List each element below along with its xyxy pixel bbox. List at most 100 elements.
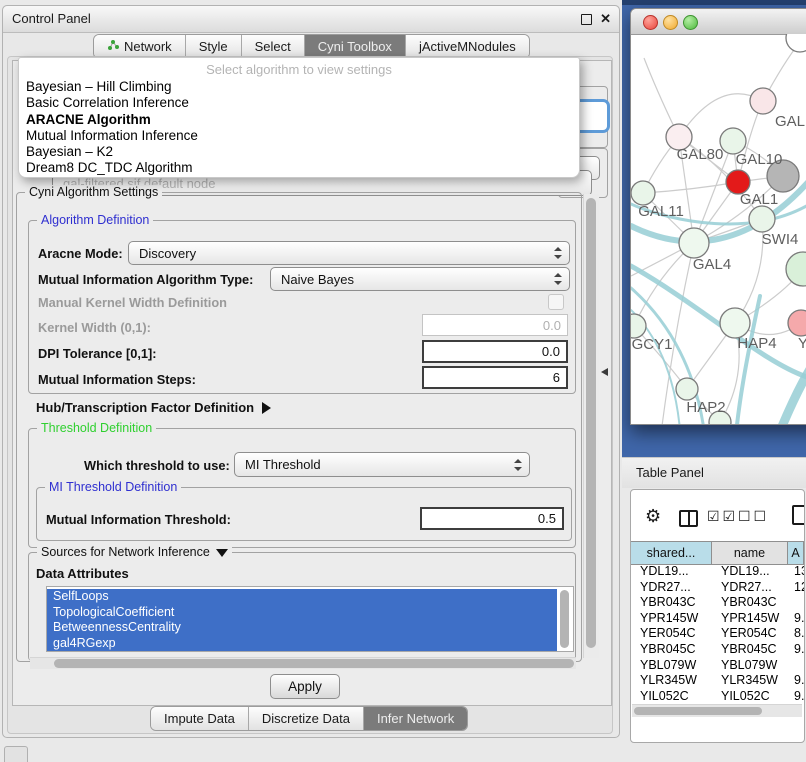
table-cell: YDL19... bbox=[712, 564, 788, 580]
stepper-icon bbox=[554, 273, 562, 285]
network-node-label: HAP4 bbox=[737, 335, 776, 352]
attribute-item[interactable]: gal4RGexp bbox=[47, 636, 557, 652]
table-row[interactable]: YDL19...YDL19...13 bbox=[631, 564, 804, 580]
algorithm-option[interactable]: Mutual Information Inference bbox=[21, 128, 577, 144]
tab-label: jActiveMNodules bbox=[419, 39, 516, 54]
tab-discretize-data[interactable]: Discretize Data bbox=[249, 707, 364, 730]
network-node[interactable] bbox=[786, 252, 806, 286]
hub-definition-toggle[interactable]: Hub/Transcription Factor Definition bbox=[36, 400, 271, 415]
column-header[interactable]: A bbox=[788, 542, 804, 564]
minimize-traffic-light-icon[interactable] bbox=[663, 15, 678, 30]
mi-steps-field[interactable]: 6 bbox=[422, 366, 568, 389]
gear-icon[interactable]: ⚙ bbox=[645, 506, 661, 527]
tab-jactivemnodules[interactable]: jActiveMNodules bbox=[406, 35, 529, 58]
minimized-panel-icon[interactable] bbox=[4, 746, 28, 762]
application-root: Control Panel ✕ NetworkStyleSelectCyni T… bbox=[0, 0, 806, 762]
algorithm-option[interactable]: Bayesian – Hill Climbing bbox=[21, 79, 577, 95]
data-attributes-list[interactable]: SelfLoopsTopologicalCoefficientBetweenne… bbox=[46, 586, 574, 652]
settings-vertical-scrollbar[interactable] bbox=[583, 194, 599, 658]
network-edge-highlighted[interactable] bbox=[631, 266, 806, 378]
unselect-all-columns-icon[interactable]: ☐☐ bbox=[738, 508, 769, 525]
tab-cyni-toolbox[interactable]: Cyni Toolbox bbox=[305, 35, 406, 58]
algorithm-option[interactable]: Bayesian – K2 bbox=[21, 144, 577, 160]
settings-horizontal-scrollbar[interactable] bbox=[30, 657, 576, 669]
network-desktop: GALGAL80GAL10GAL1GAL11SWI4GAL4GCY1HAP4YH… bbox=[622, 0, 806, 457]
table-row[interactable]: YBR045CYBR045C9. bbox=[631, 642, 804, 658]
float-window-icon[interactable] bbox=[581, 14, 592, 25]
table-row[interactable]: YPR145WYPR145W9. bbox=[631, 611, 804, 627]
sources-title[interactable]: Sources for Network Inference bbox=[37, 545, 232, 559]
network-edge-highlighted[interactable] bbox=[778, 366, 806, 424]
tab-label: Infer Network bbox=[377, 711, 454, 726]
attributes-scrollbar-thumb[interactable] bbox=[560, 590, 569, 648]
table-row[interactable]: YDR27...YDR27...12 bbox=[631, 580, 804, 596]
network-node[interactable] bbox=[749, 206, 775, 232]
mi-threshold-field[interactable]: 0.5 bbox=[420, 507, 564, 530]
network-window-titlebar bbox=[631, 9, 806, 35]
table-body: YDL19...YDL19...13YDR27...YDR27...12YBR0… bbox=[631, 564, 804, 704]
tab-label: Select bbox=[255, 39, 291, 54]
manual-kernel-checkbox[interactable] bbox=[548, 294, 564, 310]
network-view-window: GALGAL80GAL10GAL1GAL11SWI4GAL4GCY1HAP4YH… bbox=[630, 8, 806, 425]
network-node[interactable] bbox=[786, 34, 806, 52]
network-node[interactable] bbox=[788, 310, 806, 336]
table-row[interactable]: YER054CYER054C8. bbox=[631, 626, 804, 642]
aracne-mode-value: Discovery bbox=[139, 246, 196, 261]
network-node[interactable] bbox=[720, 308, 750, 338]
apply-button[interactable]: Apply bbox=[270, 674, 340, 699]
algorithm-option[interactable]: Dream8 DC_TDC Algorithm bbox=[21, 160, 577, 176]
which-threshold-combo[interactable]: MI Threshold bbox=[234, 452, 530, 477]
network-node-label: HAP2 bbox=[686, 399, 725, 416]
mi-threshold-value: 0.5 bbox=[538, 511, 556, 526]
table-row[interactable]: YBL079WYBL079W bbox=[631, 658, 804, 674]
export-table-icon[interactable] bbox=[792, 505, 805, 525]
algorithm-option[interactable]: ARACNE Algorithm bbox=[21, 112, 577, 128]
aracne-mode-combo[interactable]: Discovery bbox=[128, 241, 570, 265]
tab-infer-network[interactable]: Infer Network bbox=[364, 707, 467, 730]
dpi-tolerance-field[interactable]: 0.0 bbox=[422, 340, 568, 363]
attribute-item[interactable]: SelfLoops bbox=[47, 589, 557, 605]
table-cell: 9. bbox=[788, 689, 804, 705]
column-header[interactable]: shared... bbox=[631, 542, 712, 564]
table-cell: 9. bbox=[788, 611, 804, 627]
tab-impute-data[interactable]: Impute Data bbox=[151, 707, 249, 730]
table-cell bbox=[788, 658, 804, 674]
network-node[interactable] bbox=[679, 228, 709, 258]
zoom-traffic-light-icon[interactable] bbox=[683, 15, 698, 30]
stepper-icon bbox=[514, 459, 522, 471]
tab-network[interactable]: Network bbox=[94, 35, 186, 58]
network-canvas[interactable]: GALGAL80GAL10GAL1GAL11SWI4GAL4GCY1HAP4YH… bbox=[631, 34, 806, 424]
tab-style[interactable]: Style bbox=[186, 35, 242, 58]
apply-button-label: Apply bbox=[288, 679, 322, 694]
network-node[interactable] bbox=[750, 88, 776, 114]
attribute-item[interactable]: BetweennessCentrality bbox=[47, 620, 557, 636]
settings-scrollbar-thumb[interactable] bbox=[586, 198, 596, 648]
split-columns-icon[interactable] bbox=[679, 510, 698, 527]
cyni-algorithm-settings-title: Cyni Algorithm Settings bbox=[25, 185, 162, 199]
table-row[interactable]: YBR043CYBR043C bbox=[631, 595, 804, 611]
network-node[interactable] bbox=[676, 378, 698, 400]
tab-select[interactable]: Select bbox=[242, 35, 305, 58]
hscrollbar-thumb[interactable] bbox=[54, 659, 574, 668]
network-node[interactable] bbox=[631, 314, 646, 338]
column-header[interactable]: name bbox=[712, 542, 788, 564]
manual-kernel-label: Manual Kernel Width Definition bbox=[38, 295, 227, 310]
table-cell: YDR27... bbox=[631, 580, 712, 596]
network-node-label: Y bbox=[798, 335, 806, 352]
table-row[interactable]: YLR345WYLR345W9. bbox=[631, 673, 804, 689]
network-node[interactable] bbox=[631, 181, 655, 205]
algorithm-option[interactable]: Basic Correlation Inference bbox=[21, 95, 577, 111]
select-all-columns-icon[interactable]: ☑☑ bbox=[707, 508, 738, 525]
network-node-label: GAL11 bbox=[638, 203, 684, 220]
close-traffic-light-icon[interactable] bbox=[643, 15, 658, 30]
table-hscrollbar-thumb[interactable] bbox=[634, 707, 762, 715]
table-row[interactable]: YIL052CYIL052C9. bbox=[631, 689, 804, 705]
network-edge[interactable] bbox=[643, 182, 738, 193]
kernel-width-label: Kernel Width (0,1): bbox=[38, 320, 151, 335]
close-window-icon[interactable]: ✕ bbox=[600, 11, 611, 26]
mi-type-combo[interactable]: Naive Bayes bbox=[270, 267, 570, 291]
kernel-width-field[interactable]: 0.0 bbox=[422, 314, 568, 336]
attribute-item[interactable]: TopologicalCoefficient bbox=[47, 605, 557, 621]
table-horizontal-scrollbar[interactable] bbox=[632, 704, 802, 717]
table-cell: YBR045C bbox=[712, 642, 788, 658]
